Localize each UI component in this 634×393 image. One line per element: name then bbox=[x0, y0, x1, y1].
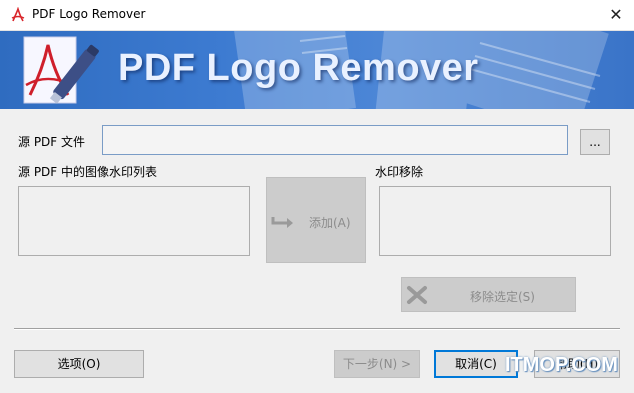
banner-title: PDF Logo Remover bbox=[118, 47, 479, 89]
add-button[interactable]: 添加(A) bbox=[266, 177, 366, 263]
remove-selected-button[interactable]: 移除选定(S) bbox=[401, 277, 576, 312]
title-bar: PDF Logo Remover ✕ bbox=[0, 0, 634, 31]
image-watermark-list-label: 源 PDF 中的图像水印列表 bbox=[18, 165, 158, 179]
watermark-removal-list[interactable] bbox=[379, 186, 611, 256]
arrow-right-icon bbox=[271, 217, 293, 228]
remove-x-icon bbox=[407, 286, 427, 304]
remove-selected-label: 移除选定(S) bbox=[470, 290, 535, 304]
banner: PDF Logo Remover bbox=[0, 31, 634, 109]
image-watermark-list[interactable] bbox=[18, 186, 250, 256]
pdf-app-icon bbox=[11, 7, 25, 22]
add-button-label: 添加(A) bbox=[309, 216, 351, 230]
close-icon: ✕ bbox=[609, 5, 623, 24]
watermark-removal-label: 水印移除 bbox=[375, 165, 424, 179]
window-title: PDF Logo Remover bbox=[32, 7, 146, 21]
footer-separator bbox=[14, 328, 620, 330]
next-button[interactable]: 下一步(N) > bbox=[334, 350, 420, 378]
site-watermark-text: ITMOP.COM bbox=[505, 354, 618, 376]
source-pdf-path-input[interactable] bbox=[102, 125, 568, 155]
close-button[interactable]: ✕ bbox=[598, 0, 634, 30]
options-button[interactable]: 选项(O) bbox=[14, 350, 144, 378]
source-pdf-label: 源 PDF 文件 bbox=[18, 135, 86, 149]
pdf-marker-logo-icon bbox=[23, 36, 99, 104]
browse-button[interactable]: ... bbox=[580, 129, 610, 155]
